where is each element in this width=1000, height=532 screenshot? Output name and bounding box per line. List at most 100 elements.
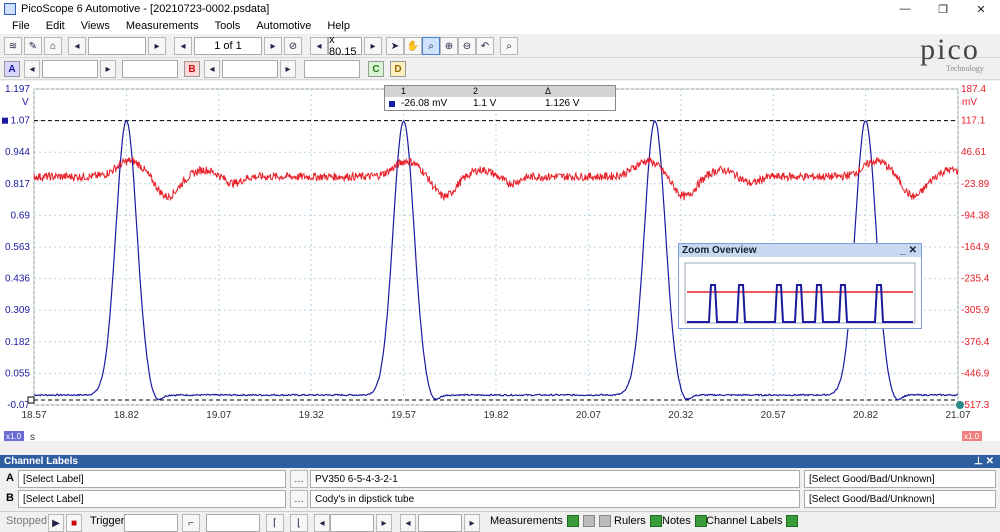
x-tick-label: 21.07	[945, 410, 970, 421]
page-prev-icon[interactable]: ◂	[174, 37, 192, 55]
pretrigger-input[interactable]	[418, 514, 462, 532]
channel-toolbar: A ◂ ▸ B ◂ ▸ C D	[0, 58, 1000, 80]
menu-tools[interactable]: Tools	[207, 20, 249, 32]
pretrigger-next-icon[interactable]: ▸	[464, 514, 480, 532]
right-tick-label: -23.89	[961, 179, 990, 190]
trigger-falling-icon[interactable]: ⌊	[290, 514, 308, 532]
channel-a-edit-icon[interactable]: …	[290, 470, 308, 488]
zoom-tool-icon[interactable]: ⌕	[422, 37, 440, 55]
left-tick-label: 0.182	[5, 337, 30, 348]
channel-b-prev-icon[interactable]: ◂	[204, 60, 220, 78]
timebase-select[interactable]	[88, 37, 146, 55]
channel-labels-icon[interactable]	[786, 515, 799, 527]
channel-labels-toggle[interactable]: Channel Labels	[706, 515, 799, 527]
channel-b-badge[interactable]: B	[184, 61, 200, 77]
rulers-icon[interactable]	[649, 515, 662, 527]
menu-automotive[interactable]: Automotive	[248, 20, 319, 32]
stop-icon[interactable]: ■	[66, 514, 82, 532]
notes-icon[interactable]	[694, 515, 707, 527]
channel-d-badge[interactable]: D	[390, 61, 406, 77]
channel-a-note-input[interactable]: PV350 6-5-4-3-2-1	[310, 470, 800, 488]
channel-a-status-select[interactable]: [Select Good/Bad/Unknown]	[804, 470, 996, 488]
zoom-in-icon[interactable]: ⊕	[440, 37, 458, 55]
panel-pin-close-icon[interactable]: ⊥ ✕	[974, 456, 994, 467]
right-tick-label: 117.1	[961, 116, 986, 127]
trigger-level-next-icon[interactable]: ▸	[376, 514, 392, 532]
menu-file[interactable]: File	[4, 20, 38, 32]
zoom-prev-icon[interactable]: ◂	[310, 37, 328, 55]
channel-b-coupling-select[interactable]	[304, 60, 360, 78]
channel-a-coupling-select[interactable]	[122, 60, 178, 78]
left-tick-label: 0.436	[5, 274, 30, 285]
home-icon[interactable]: ⌂	[44, 37, 62, 55]
rulers-label: Rulers	[614, 515, 646, 527]
right-tick-label: -94.38	[961, 210, 990, 221]
channel-a-next-icon[interactable]: ▸	[100, 60, 116, 78]
app-icon	[4, 3, 16, 15]
trigger-rising-icon[interactable]: ⌈	[266, 514, 284, 532]
trigger-level-input[interactable]	[330, 514, 374, 532]
minimize-icon[interactable]: —	[886, 0, 924, 18]
ruler-legend[interactable]: 1 2 Δ -26.08 mV 1.1 V 1.126 V	[384, 85, 616, 111]
channel-b-status-select[interactable]: [Select Good/Bad/Unknown]	[804, 490, 996, 508]
measurements-toggle[interactable]: Measurements	[490, 515, 611, 527]
add-measurement-icon[interactable]	[566, 515, 579, 527]
channel-a-badge[interactable]: A	[4, 61, 20, 77]
zoom-next-icon[interactable]: ▸	[364, 37, 382, 55]
close-icon[interactable]: ✕	[962, 0, 1000, 18]
trigger-source-select[interactable]	[206, 514, 260, 532]
right-tick-label: 46.61	[961, 147, 986, 158]
left-tick-label: 0.055	[5, 368, 30, 379]
x-tick-label: 19.07	[206, 410, 231, 421]
menu-help[interactable]: Help	[319, 20, 358, 32]
rulers-toggle[interactable]: Rulers	[614, 515, 662, 527]
right-tick-label: -446.9	[961, 368, 990, 379]
notes-toggle[interactable]: Notes	[662, 515, 707, 527]
channel-b-range-select[interactable]	[222, 60, 278, 78]
scope-mode-icon[interactable]: ≋	[4, 37, 22, 55]
run-state: Stopped	[6, 515, 47, 527]
channel-b-next-icon[interactable]: ▸	[280, 60, 296, 78]
scope-view[interactable]: 1.197 187.4 1.07 117.1 0.944 46.61 0.817 -23.89…	[0, 81, 1000, 441]
channel-a-label-select[interactable]: [Select Label]	[18, 470, 286, 488]
record-icon[interactable]: ⊘	[284, 37, 302, 55]
trigger-mode-select[interactable]	[124, 514, 178, 532]
channel-a-range-select[interactable]	[42, 60, 98, 78]
pointer-icon[interactable]: ➤	[386, 37, 404, 55]
trigger-marker	[956, 401, 964, 409]
zoom-overview-thumbnail[interactable]	[679, 257, 921, 328]
trigger-level-prev-icon[interactable]: ◂	[314, 514, 330, 532]
pretrigger-prev-icon[interactable]: ◂	[400, 514, 416, 532]
right-tick-label: -305.9	[961, 305, 990, 316]
menu-views[interactable]: Views	[73, 20, 118, 32]
prev-icon[interactable]: ◂	[68, 37, 86, 55]
page-next-icon[interactable]: ▸	[264, 37, 282, 55]
next-icon[interactable]: ▸	[148, 37, 166, 55]
channel-b-label-select[interactable]: [Select Label]	[18, 490, 286, 508]
start-icon[interactable]: ▶	[48, 514, 64, 532]
ruler-header-delta: Δ	[545, 86, 552, 96]
channel-c-badge[interactable]: C	[368, 61, 384, 77]
channel-a-color-swatch	[385, 100, 399, 107]
undo-zoom-icon[interactable]: ↶	[476, 37, 494, 55]
channel-b-note-input[interactable]: Cody's in dipstick tube	[310, 490, 800, 508]
trigger-edge-icon[interactable]: ⌐	[182, 514, 200, 532]
restore-icon[interactable]: ❐	[924, 0, 962, 18]
ruler-header-1: 1	[401, 86, 407, 96]
zoom-out-icon[interactable]: ⊖	[458, 37, 476, 55]
menu-edit[interactable]: Edit	[38, 20, 73, 32]
edit-measurement-icon[interactable]	[582, 515, 595, 527]
delete-measurement-icon[interactable]	[598, 515, 611, 527]
channel-a-prev-icon[interactable]: ◂	[24, 60, 40, 78]
hand-icon[interactable]: ✋	[404, 37, 422, 55]
channel-label-b-letter: B	[6, 492, 14, 504]
menu-measurements[interactable]: Measurements	[118, 20, 207, 32]
zoom-overview-close-icon[interactable]: _ ✕	[900, 245, 917, 256]
zoom-overview-panel[interactable]: Zoom Overview _ ✕	[678, 243, 922, 329]
ruler-value-delta: 1.126 V	[545, 98, 580, 109]
zoom-fit-icon[interactable]: ⌕	[500, 37, 518, 55]
left-tick-label: 1.197	[5, 84, 30, 95]
wand-icon[interactable]: ✎	[24, 37, 42, 55]
channel-b-edit-icon[interactable]: …	[290, 490, 308, 508]
main-toolbar: ≋ ✎ ⌂ ◂ ▸ ◂ 1 of 1 ▸ ⊘ ◂ x 80.15 ▸ ➤ ✋ ⌕…	[0, 34, 1000, 58]
